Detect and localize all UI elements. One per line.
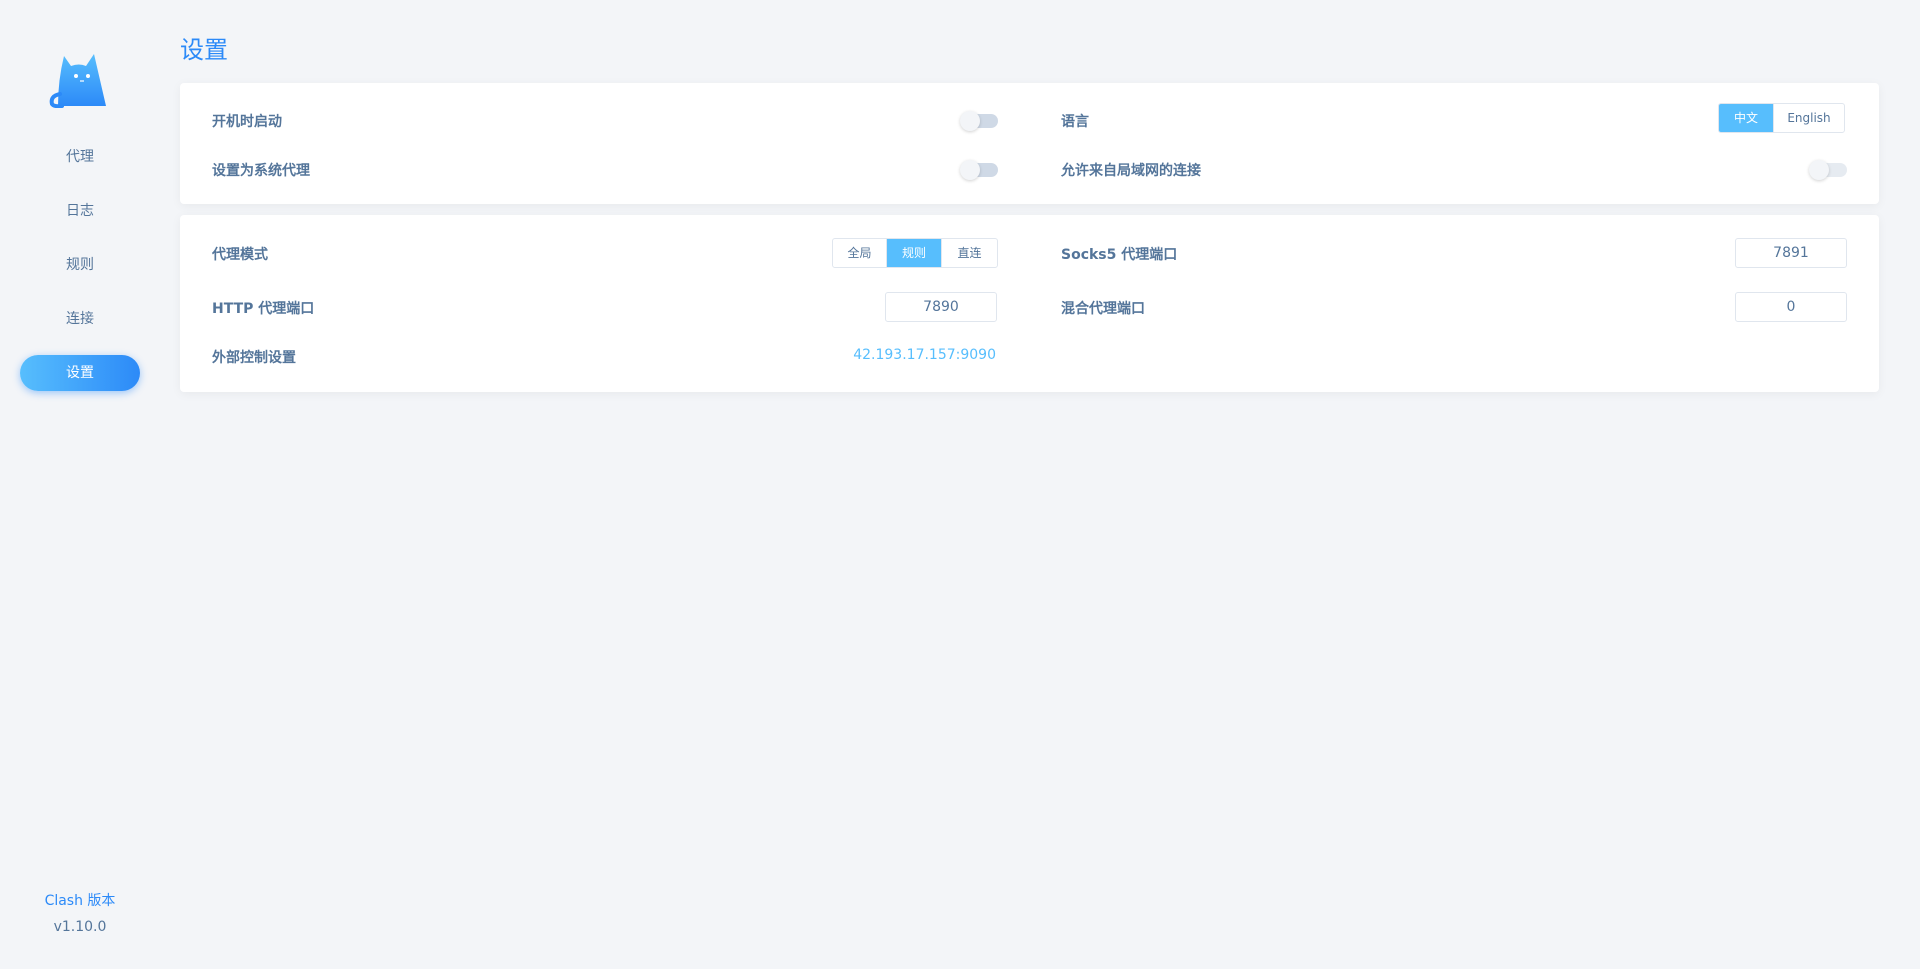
general-settings-card: 开机时启动 设置为系统代理 语言 中文 English 允许来自局域网的连接 [180,83,1879,204]
external-controller-label: 外部控制设置 [212,350,296,366]
start-on-boot-label: 开机时启动 [212,114,282,130]
http-port-input[interactable] [885,292,997,322]
start-on-boot-toggle[interactable] [960,111,998,131]
proxy-mode-selector: 全局 规则 直连 [832,238,998,268]
language-label: 语言 [1061,114,1089,130]
language-selector: 中文 English [1718,103,1845,133]
sidebar: 代理 日志 规则 连接 设置 Clash 版本 v1.10.0 [0,0,160,969]
proxy-settings-card: 代理模式 全局 规则 直连 Socks5 代理端口 HTTP 代理端口 混合代理… [180,215,1879,392]
clash-cat-logo-icon [48,50,110,109]
system-proxy-label: 设置为系统代理 [212,163,310,179]
http-port-label: HTTP 代理端口 [212,301,315,317]
proxy-mode-label: 代理模式 [212,247,268,263]
toggle-knob [1809,160,1829,180]
sidebar-item-rules[interactable]: 规则 [20,247,140,283]
sidebar-item-proxies[interactable]: 代理 [20,139,140,175]
clash-version-title: Clash 版本 [44,893,116,909]
toggle-knob [960,111,980,131]
language-option-english[interactable]: English [1774,104,1844,132]
socks5-port-label: Socks5 代理端口 [1061,247,1178,263]
proxy-mode-global[interactable]: 全局 [833,239,887,267]
proxy-mode-rule[interactable]: 规则 [887,239,942,267]
system-proxy-toggle[interactable] [960,160,998,180]
sidebar-item-logs[interactable]: 日志 [20,193,140,229]
page-title: 设置 [180,36,228,64]
mixed-port-input[interactable] [1735,292,1847,322]
mixed-port-label: 混合代理端口 [1061,301,1145,317]
external-controller-link[interactable]: 42.193.17.157:9090 [853,347,996,363]
allow-lan-toggle[interactable] [1809,160,1847,180]
toggle-knob [960,160,980,180]
sidebar-item-settings[interactable]: 设置 [20,355,140,391]
allow-lan-label: 允许来自局域网的连接 [1061,163,1201,179]
sidebar-item-connections[interactable]: 连接 [20,301,140,337]
socks5-port-input[interactable] [1735,238,1847,268]
language-option-chinese[interactable]: 中文 [1719,104,1774,132]
proxy-mode-direct[interactable]: 直连 [942,239,997,267]
clash-version-value: v1.10.0 [53,919,107,935]
